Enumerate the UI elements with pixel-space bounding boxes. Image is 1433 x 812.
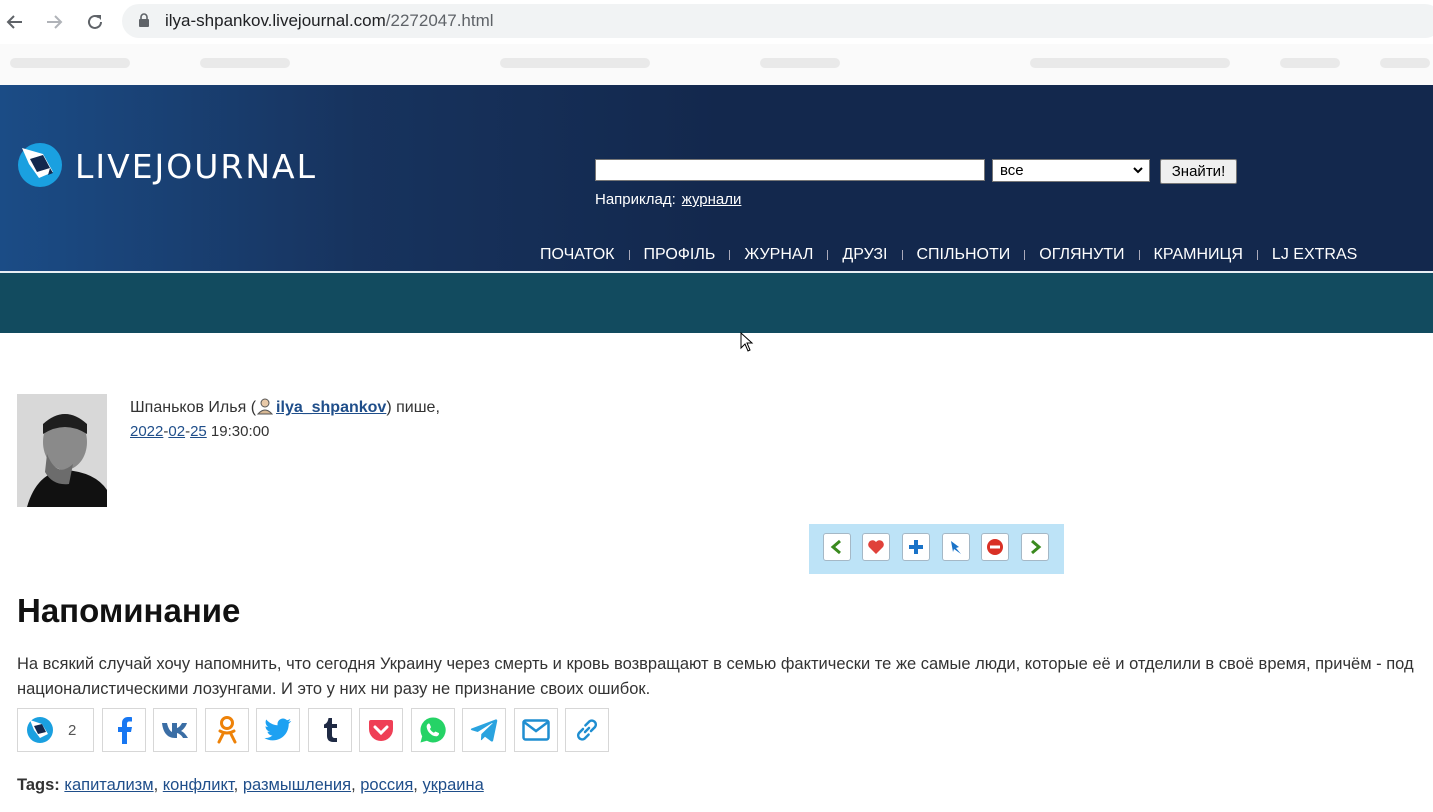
search-scope-select[interactable]: все — [992, 159, 1150, 182]
email-icon[interactable] — [513, 708, 558, 752]
menu-item-journal[interactable]: ЖУРНАЛ — [736, 246, 821, 264]
menu-item-shop[interactable]: КРАМНИЦЯ — [1146, 246, 1251, 264]
mouse-cursor-icon — [740, 332, 754, 352]
url-text: ilya-shpankov.livejournal.com/2272047.ht… — [165, 11, 494, 30]
post-body: На всякий случай хочу напомнить, что сег… — [17, 655, 1414, 698]
search-input[interactable] — [595, 159, 985, 181]
browser-toolbar: ilya-shpankov.livejournal.com/2272047.ht… — [0, 0, 1433, 44]
example-link-journals[interactable]: журнали — [682, 191, 742, 208]
logo-text[interactable]: LIVEJOURNAL — [75, 147, 317, 186]
sub-header-bar — [0, 273, 1433, 333]
share-livejournal-button[interactable]: 2 — [17, 708, 94, 752]
menu-item-explore[interactable]: ОГЛЯНУТИ — [1031, 246, 1132, 264]
share-count: 2 — [68, 721, 77, 739]
arrow-right-icon[interactable] — [41, 9, 67, 35]
main-menu: ПОЧАТОК ПРОФІЛЬ ЖУРНАЛ ДРУЗІ СПІЛЬНОТИ О… — [532, 246, 1365, 264]
prev-arrow-icon[interactable] — [823, 533, 851, 561]
arrow-left-icon[interactable] — [2, 9, 28, 35]
telegram-icon[interactable] — [462, 708, 506, 752]
vk-icon[interactable] — [153, 708, 197, 752]
entry-toolbar — [809, 524, 1064, 574]
share-buttons: 2 — [17, 708, 617, 752]
facebook-icon[interactable] — [101, 708, 146, 752]
livejournal-icon — [27, 717, 53, 743]
tag-link[interactable]: конфликт — [163, 776, 234, 794]
bookmarks-bar — [0, 44, 1433, 85]
search-example: Наприклад: журнали — [595, 191, 742, 208]
tag-link[interactable]: размышления — [243, 776, 351, 794]
tag-link[interactable]: украина — [422, 776, 483, 794]
odnoklassniki-icon[interactable] — [204, 708, 249, 752]
date-year-link[interactable]: 2022 — [130, 423, 163, 440]
pin-icon[interactable] — [942, 533, 970, 561]
search-button[interactable]: Знайти! — [1160, 159, 1237, 184]
menu-item-profile[interactable]: ПРОФІЛЬ — [636, 246, 724, 264]
date-month-link[interactable]: 02 — [168, 423, 185, 440]
chevron-down-icon — [1132, 160, 1144, 187]
site-header: LIVEJOURNAL все Знайти! Наприклад: журнал… — [0, 85, 1433, 271]
post-author-line: Шпаньков Илья (ilya_shpankov) пише, — [130, 397, 440, 416]
username-link[interactable]: ilya_shpankov — [276, 399, 386, 416]
address-bar[interactable]: ilya-shpankov.livejournal.com/2272047.ht… — [122, 4, 1433, 38]
menu-item-lj-extras[interactable]: LJ EXTRAS — [1264, 246, 1365, 264]
date-day-link[interactable]: 25 — [190, 423, 207, 440]
whatsapp-icon[interactable] — [410, 708, 455, 752]
post-tags: Tags: капитализм, конфликт, размышления,… — [17, 776, 484, 794]
tumblr-icon[interactable] — [307, 708, 352, 752]
author-avatar[interactable] — [17, 394, 107, 507]
lock-icon — [139, 13, 149, 27]
reload-icon[interactable] — [82, 9, 108, 35]
menu-item-friends[interactable]: ДРУЗІ — [834, 246, 895, 264]
menu-item-communities[interactable]: СПІЛЬНОТИ — [909, 246, 1019, 264]
stop-icon[interactable] — [981, 533, 1009, 561]
menu-item-start[interactable]: ПОЧАТОК — [532, 246, 623, 264]
user-icon[interactable] — [256, 397, 274, 415]
post-title: Напоминание — [17, 592, 241, 629]
tag-link[interactable]: капитализм — [64, 776, 153, 794]
heart-icon[interactable] — [862, 533, 890, 561]
livejournal-logo-icon[interactable] — [17, 142, 63, 188]
pocket-icon[interactable] — [359, 708, 403, 752]
next-arrow-icon[interactable] — [1021, 533, 1049, 561]
link-icon[interactable] — [565, 708, 609, 752]
plus-icon[interactable] — [902, 533, 930, 561]
twitter-icon[interactable] — [256, 708, 300, 752]
author-name: Шпаньков Илья — [130, 399, 247, 416]
post-date: 2022-02-25 19:30:00 — [130, 423, 270, 440]
tag-link[interactable]: россия — [360, 776, 413, 794]
